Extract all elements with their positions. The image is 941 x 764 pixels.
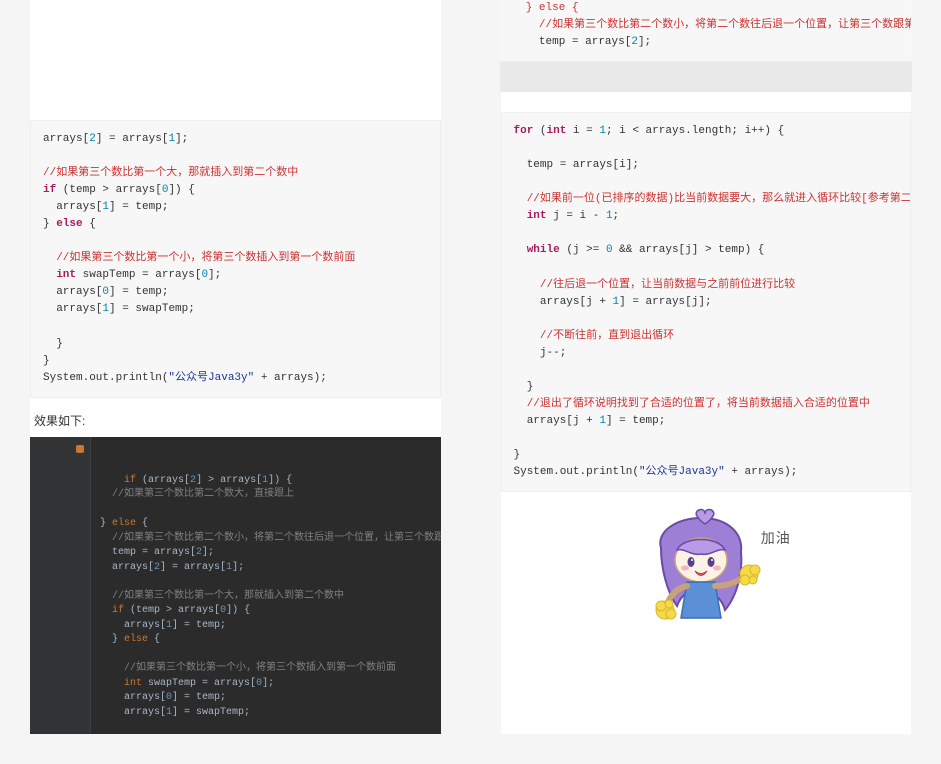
- breakpoint-icon: [76, 445, 84, 453]
- ide-screenshot-dark: if (arrays[2] > arrays[1]) { //如果第三个数比第二…: [30, 437, 441, 735]
- cheer-label: 加油: [761, 528, 791, 548]
- right-column: } else { //如果第三个数比第二个数小，将第二个数往后退一个位置，让第三…: [501, 0, 912, 734]
- left-main-code-block: arrays[2] = arrays[1]; //如果第三个数比第一个大，那就插…: [30, 120, 441, 398]
- left-column: arrays[2] = arrays[1]; //如果第三个数比第一个大，那就插…: [30, 0, 441, 734]
- right-top-snippet: } else { //如果第三个数比第二个数小，将第二个数往后退一个位置，让第三…: [501, 0, 912, 62]
- result-caption: 效果如下:: [34, 412, 441, 429]
- right-main-code-block: for (int i = 1; i < arrays.length; i++) …: [501, 112, 912, 492]
- illustration-wrap: 加油: [501, 492, 912, 630]
- page-root: arrays[2] = arrays[1]; //如果第三个数比第一个大，那就插…: [0, 0, 941, 764]
- cheer-illustration: 加油: [621, 506, 791, 626]
